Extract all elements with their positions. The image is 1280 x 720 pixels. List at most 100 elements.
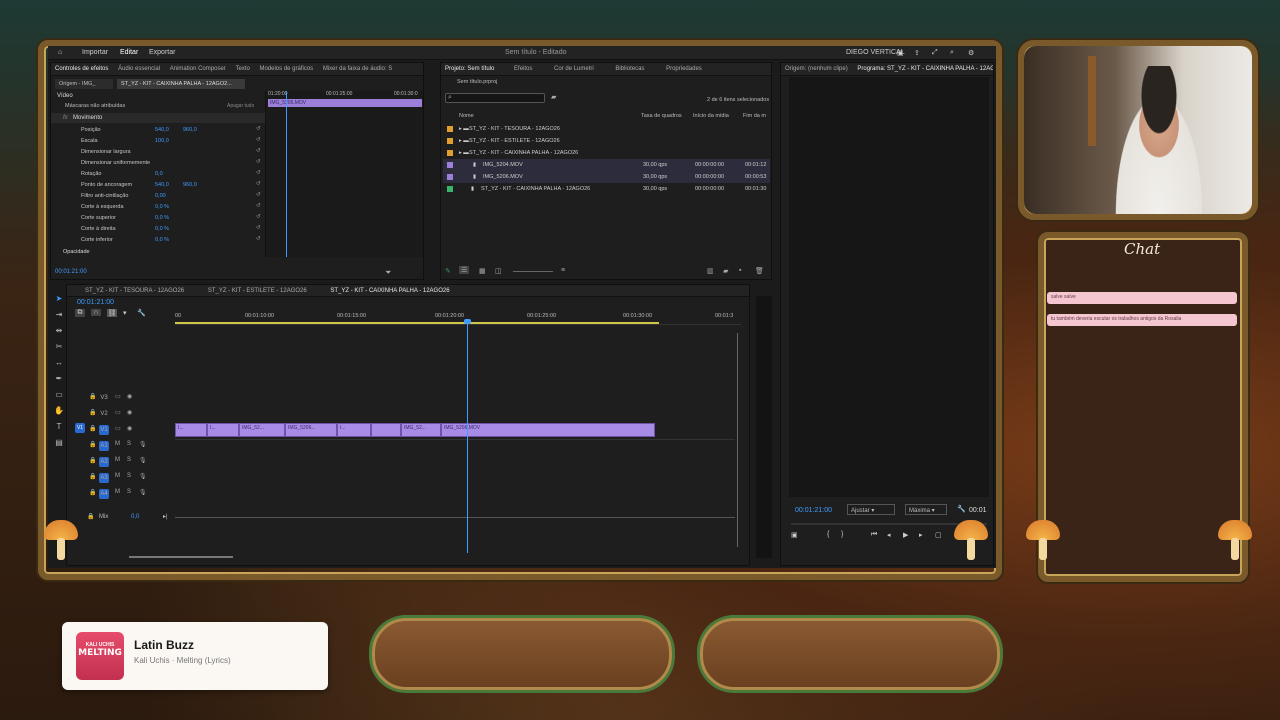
nest-icon[interactable]: ⧉ [75,309,85,317]
reset-param-icon[interactable]: ↺ [256,170,261,176]
sync-icon[interactable]: ▭ [115,409,121,416]
vertical-scrollbar[interactable] [737,333,738,547]
timeline-clip[interactable]: I... [175,423,207,437]
col-start[interactable]: Início da mídia [693,113,729,119]
tab-essential-audio[interactable]: Áudio essencial [114,63,164,72]
track-lock-icon[interactable]: 🔒 [89,393,96,400]
mic-icon[interactable]: 🎙 [139,489,147,496]
track-lock-icon[interactable]: 🔒 [89,489,96,496]
project-item[interactable]: ▮ IMG_5204.MOV 30,00 qps 00:00:00:00 00:01:1… [443,159,770,171]
timeline-clip[interactable]: IMG_52... [239,423,285,437]
eye-icon[interactable]: ◉ [127,425,132,432]
effect-param-value[interactable]: 0,0 % [155,226,169,232]
selection-tool-icon[interactable]: ➤ [54,294,64,304]
tab-program[interactable]: Programa: ST_YZ - KIT - CAIXINHA PALHA -… [853,63,993,72]
icon-view-icon[interactable]: ▦ [479,267,486,275]
solo-icon[interactable]: S [127,457,131,463]
linked-select-icon[interactable]: ⛓ [107,309,117,317]
effect-row[interactable]: Rotação 0,0 ↺ [51,169,265,179]
effect-param-value[interactable]: 0,0 [155,171,163,177]
step-back-icon[interactable]: ◂ [887,531,891,539]
freeform-view-icon[interactable]: ◫ [495,267,502,275]
playhead-handle[interactable] [464,319,471,324]
slip-icon[interactable]: ↔ [54,358,64,368]
marker-icon[interactable]: ▾ [123,309,127,317]
mix-lock-icon[interactable]: 🔒 [87,513,94,520]
mic-icon[interactable]: 🎙 [139,457,147,464]
mute-icon[interactable]: M [115,441,120,447]
project-item[interactable]: ▸ ▬ ST_YZ - KIT - TESOURA - 12AGO26 [443,123,770,135]
step-forward-icon[interactable]: ▸ [919,531,923,539]
track-target[interactable]: V2 [99,409,109,419]
export-frame-icon[interactable]: ▢ [935,531,942,539]
label-color-swatch[interactable] [447,162,453,168]
mic-icon[interactable]: 🎙 [139,473,147,480]
mini-clip[interactable]: IMG_5206.MOV [268,99,422,107]
captions-icon[interactable]: ▤ [54,438,64,448]
tab-libraries[interactable]: Bibliotecas [611,63,648,72]
tab-animation-composer[interactable]: Animation Composer [166,63,230,72]
tab-audio-mixer[interactable]: Mixer da faixa de áudio: S [319,63,396,72]
project-item[interactable]: ▮ IMG_5206.MOV 30,00 qps 00:00:00:00 00:00:5… [443,171,770,183]
timeline-clip[interactable]: IMG_52... [401,423,441,437]
hand-icon[interactable]: ✋ [54,406,64,416]
sync-icon[interactable]: ▭ [115,393,121,400]
track-header[interactable]: 🔒 V2 ▭ ◉ [67,405,179,421]
track-target[interactable]: A3 [99,473,109,483]
track-target[interactable]: A4 [99,489,109,499]
track-header[interactable]: 🔒 A2 M S 🎙 [67,453,179,469]
track-target[interactable]: V3 [99,393,109,403]
sync-icon[interactable]: ▭ [115,425,121,432]
snap-icon[interactable]: ∩ [91,309,101,316]
reset-param-icon[interactable]: ↺ [256,137,261,143]
label-color-swatch[interactable] [447,126,453,132]
effect-param-value[interactable]: 0,0 % [155,204,169,210]
mic-icon[interactable]: 🎙 [139,441,147,448]
mark-in-icon[interactable]: { [827,531,829,538]
layout-icon[interactable]: ▣ [897,49,904,57]
tab-effects[interactable]: Efeitos [510,63,536,72]
label-color-swatch[interactable] [447,174,453,180]
filter-icon[interactable]: ⏷ [385,268,391,278]
automate-icon[interactable]: ▥ [707,267,714,275]
quality-dropdown[interactable]: Máxima ▾ [905,504,947,515]
trash-icon[interactable]: 🗑 [755,267,764,275]
project-item[interactable]: ▸ ▬ ST_YZ - KIT - CAIXINHA PALHA - 12AGO2… [443,147,770,159]
new-bin-icon[interactable]: ▰ [551,93,556,101]
track-header[interactable]: 🔒 V3 ▭ ◉ [67,389,179,405]
mix-value[interactable]: 0,0 [131,514,139,520]
track-lock-icon[interactable]: 🔒 [89,473,96,480]
effect-row[interactable]: Corte à direita 0,0 % ↺ [51,224,265,234]
new-item-icon[interactable]: ▪ [739,267,741,274]
effect-row[interactable]: Dimensionar largura ↺ [51,147,265,157]
seq-tab-caixinha[interactable]: ST_YZ - KIT - CAIXINHA PALHA - 12AGO26 [326,285,453,294]
timeline-playhead[interactable] [467,321,468,553]
type-icon[interactable]: T [54,422,64,432]
track-lock-icon[interactable]: 🔒 [89,457,96,464]
rectangle-icon[interactable]: ▭ [54,390,64,400]
solo-icon[interactable]: S [127,473,131,479]
timeline-clip[interactable] [371,423,401,437]
reset-param-icon[interactable]: ↺ [256,181,261,187]
reset-param-icon[interactable]: ↺ [256,159,261,165]
effect-param-value[interactable]: 0,0 % [155,215,169,221]
timeline-clip[interactable]: I... [337,423,371,437]
tab-lumetri[interactable]: Cor de Lumetri [550,63,598,72]
project-search-input[interactable]: ⌕ [445,93,545,103]
reset-param-icon[interactable]: ↺ [256,203,261,209]
workspace-label[interactable]: DIEGO VERTICAL [846,49,905,56]
list-view-icon[interactable]: ☰ [459,266,470,274]
add-marker-icon[interactable]: ▣ [791,531,798,539]
effect-param-value[interactable]: 0,00 [155,193,166,199]
effect-row[interactable]: Corte superior 0,0 % ↺ [51,213,265,223]
reset-param-icon[interactable]: ↺ [256,214,261,220]
eye-icon[interactable]: ◉ [127,393,132,400]
effect-param-value-2[interactable]: 960,0 [183,182,197,188]
effect-row[interactable]: Posição 540,0 960,0 ↺ [51,125,265,135]
source-patch-v1[interactable]: V1 [75,423,85,433]
timeline-scrollbar[interactable] [129,556,233,558]
mute-icon[interactable]: M [115,489,120,495]
menu-import[interactable]: Importar [82,49,108,56]
timeline-clip[interactable]: I... [207,423,239,437]
pen-icon[interactable]: ✒ [54,374,64,384]
